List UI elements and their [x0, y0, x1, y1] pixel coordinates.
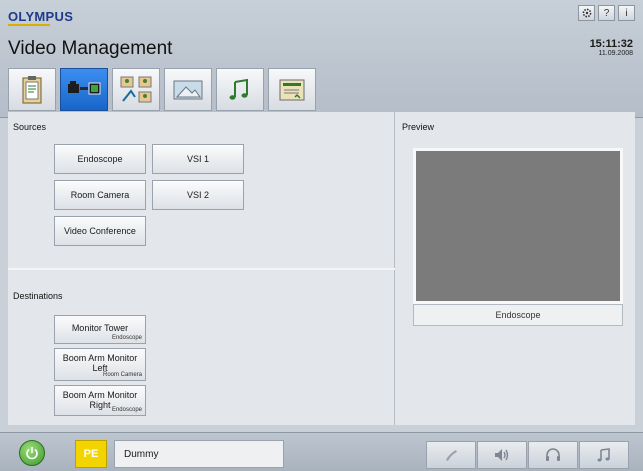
- tab-video-routing[interactable]: [60, 68, 108, 111]
- tab-video-conference[interactable]: [112, 68, 160, 111]
- headset-button[interactable]: [528, 441, 578, 469]
- destination-source: Room Camera: [102, 372, 142, 378]
- image-icon: [173, 80, 203, 99]
- speaker-icon: [495, 449, 509, 461]
- gear-icon: [582, 8, 591, 18]
- destination-boom-arm-left[interactable]: Boom Arm Monitor Left Room Camera: [54, 348, 146, 381]
- music-icon: [229, 78, 248, 100]
- sources-title: Sources: [13, 122, 47, 132]
- destination-monitor-tower[interactable]: Monitor Tower Endoscope: [54, 315, 146, 344]
- clock-date: 11.09.2008: [598, 50, 633, 57]
- tab-clipboard[interactable]: [8, 68, 56, 111]
- phone-button[interactable]: [426, 441, 476, 469]
- info-icon: i: [625, 7, 628, 19]
- page-title: Video Management: [8, 38, 173, 59]
- tab-image-capture[interactable]: [164, 68, 212, 111]
- destinations-title: Destinations: [13, 291, 63, 301]
- destination-label: Monitor Tower: [71, 323, 129, 333]
- info-button[interactable]: i: [618, 5, 635, 21]
- destination-source: Endoscope: [111, 407, 142, 413]
- preview-source-label: Endoscope: [413, 304, 623, 326]
- source-button-endoscope[interactable]: Endoscope: [54, 144, 146, 174]
- source-button-room-camera[interactable]: Room Camera: [54, 180, 146, 210]
- preview-video-frame: [413, 148, 623, 304]
- settings-button[interactable]: [578, 5, 595, 21]
- video-conference-icon: [120, 76, 152, 102]
- brand-logo: OLYMPUS: [8, 9, 74, 24]
- patient-name-field[interactable]: Dummy: [114, 440, 284, 468]
- brand-underline: [8, 24, 50, 26]
- source-button-vsi-2[interactable]: VSI 2: [152, 180, 244, 210]
- music-note-icon: [597, 448, 610, 462]
- clipboard-icon: [22, 75, 42, 103]
- phone-icon: [446, 450, 457, 461]
- top-button-group: ? i: [578, 5, 635, 21]
- help-icon: ?: [603, 7, 610, 19]
- destination-label: Boom Arm Monitor Left: [62, 353, 138, 373]
- tab-music[interactable]: [216, 68, 264, 111]
- video-routing-icon: [68, 80, 101, 94]
- source-button-video-conference[interactable]: Video Conference: [54, 216, 146, 246]
- headset-icon: [546, 448, 560, 461]
- destination-boom-arm-right[interactable]: Boom Arm Monitor Right Endoscope: [54, 385, 146, 416]
- pe-badge[interactable]: PE: [75, 440, 107, 468]
- music-button[interactable]: [579, 441, 629, 469]
- tab-documentation[interactable]: [268, 68, 316, 111]
- document-icon: [279, 79, 305, 100]
- power-button[interactable]: [19, 440, 45, 466]
- clock-time: 15:11:32: [589, 38, 633, 50]
- volume-button[interactable]: [477, 441, 527, 469]
- power-icon: [26, 447, 38, 460]
- source-button-vsi-1[interactable]: VSI 1: [152, 144, 244, 174]
- destination-source: Endoscope: [111, 335, 142, 341]
- preview-title: Preview: [402, 122, 435, 132]
- help-button[interactable]: ?: [598, 5, 615, 21]
- section-divider: [8, 268, 395, 270]
- main-tab-bar: [8, 68, 316, 111]
